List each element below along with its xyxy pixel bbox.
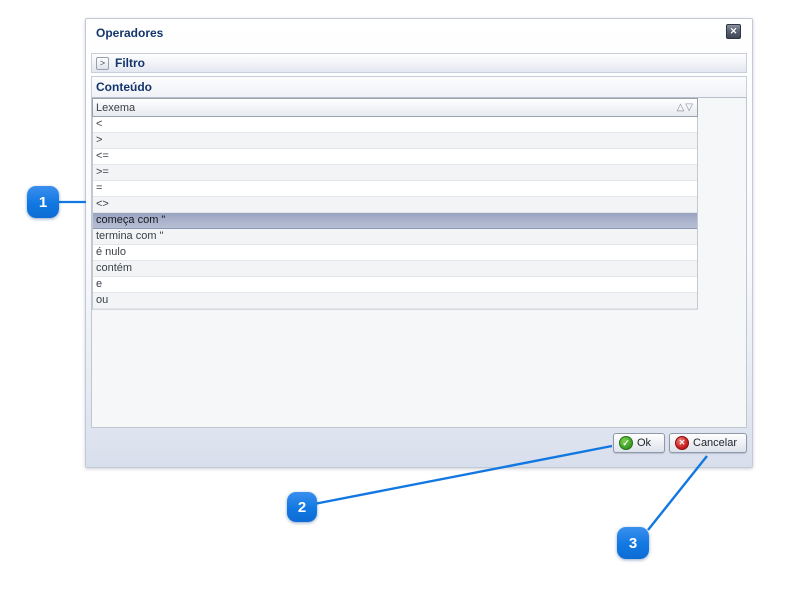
- column-header-lexema[interactable]: Lexema △▽: [92, 98, 698, 117]
- list-item[interactable]: começa com ": [93, 213, 697, 229]
- ok-button[interactable]: ✓ Ok: [613, 433, 665, 453]
- dialog-title: Operadores: [96, 26, 164, 40]
- sort-descending-icon[interactable]: ▽: [685, 102, 694, 113]
- list-item[interactable]: >=: [93, 165, 697, 181]
- list-item[interactable]: e: [93, 277, 697, 293]
- list-item[interactable]: contém: [93, 261, 697, 277]
- x-icon: ✕: [675, 436, 689, 450]
- column-header-label: Lexema: [96, 101, 136, 114]
- annotation-badge-3: 3: [617, 527, 649, 559]
- operators-list: < > <= >= = <> começa com " termina com " é nulo…: [92, 117, 698, 310]
- conteudo-panel-header: Conteúdo: [91, 76, 747, 98]
- page: Operadores ✕ > Filtro Conteúdo Lexema △▽…: [0, 0, 785, 590]
- list-item[interactable]: >: [93, 133, 697, 149]
- check-icon: ✓: [619, 436, 633, 450]
- list-item[interactable]: <=: [93, 149, 697, 165]
- sort-ascending-icon[interactable]: △: [677, 102, 686, 113]
- conteudo-label: Conteúdo: [96, 80, 152, 94]
- list-item[interactable]: ou: [93, 293, 697, 309]
- list-item[interactable]: =: [93, 181, 697, 197]
- operadores-dialog: Operadores ✕ > Filtro Conteúdo Lexema △▽…: [85, 18, 753, 468]
- cancel-button[interactable]: ✕ Cancelar: [669, 433, 747, 453]
- annotation-badge-2: 2: [287, 492, 317, 522]
- list-item[interactable]: é nulo: [93, 245, 697, 261]
- close-icon[interactable]: ✕: [726, 24, 741, 39]
- content-area: Lexema △▽ < > <= >= = <> começa com " termina c…: [91, 98, 747, 428]
- list-item[interactable]: <: [93, 117, 697, 133]
- list-item[interactable]: <>: [93, 197, 697, 213]
- list-item[interactable]: termina com ": [93, 229, 697, 245]
- expand-chevron-icon[interactable]: >: [96, 56, 109, 70]
- sort-icons[interactable]: △▽: [677, 102, 694, 113]
- ok-button-label: Ok: [637, 437, 652, 449]
- cancel-button-label: Cancelar: [693, 437, 738, 449]
- filtro-panel-header: > Filtro: [91, 53, 747, 73]
- filtro-label: Filtro: [115, 56, 145, 70]
- annotation-badge-1: 1: [27, 186, 59, 218]
- operators-table: Lexema △▽ < > <= >= = <> começa com " termina c…: [92, 98, 698, 310]
